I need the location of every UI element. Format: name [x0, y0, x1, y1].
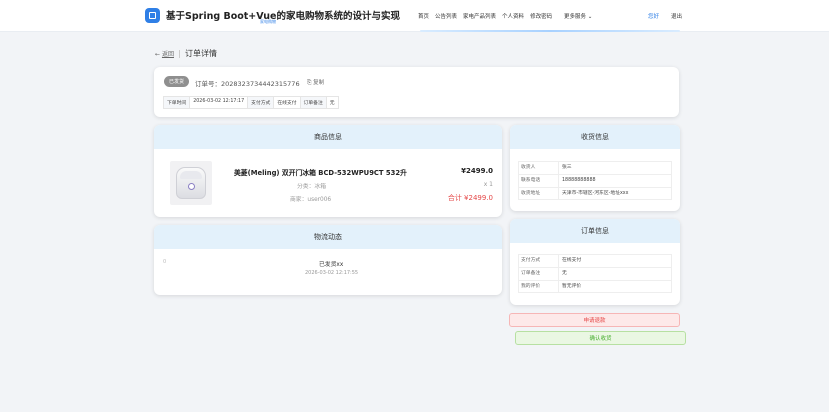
page-title: 订单详情 [184, 49, 217, 58]
order-info-card: 订单信息 支付方式 在线支付 订单备注无 我的评价 暂无评价 [510, 219, 680, 305]
logo-icon[interactable] [145, 8, 160, 23]
row-value: 无 [559, 268, 672, 280]
arrow-left-icon: ← [155, 51, 161, 58]
copy-button[interactable]: ⎘ 复制 [307, 78, 324, 87]
logout-link[interactable]: 退出 [671, 12, 682, 20]
row-key: 收货地址 [518, 188, 559, 199]
refund-button[interactable]: 申请退款 [509, 313, 680, 327]
table-row: 收货地址 天津市-市辖区-河东区-地址xxx [518, 187, 672, 200]
row-value: 天津市-市辖区-河东区-地址xxx [559, 188, 672, 199]
logistics-heading: 物流动态 [154, 225, 502, 249]
table-row: 订单备注无 [518, 267, 672, 280]
order-info-heading: 订单信息 [510, 219, 680, 243]
order-number: 订单号：20283237344423157​76 [195, 78, 300, 88]
goods-heading: 商品信息 [154, 125, 502, 149]
row-key: 收货人 [518, 162, 559, 174]
goods-card: 商品信息 美菱(Meling) 双开门冰箱 BCD-532WPU9CT 532升… [154, 125, 502, 217]
order-number-value: 20283237344423157​76 [221, 80, 300, 88]
logistics-status: 已发货xx [319, 262, 344, 268]
order-total: 合计 ¥2499.0 [447, 194, 493, 202]
receiver-heading: 收货信息 [510, 125, 680, 149]
copy-label: 复制 [313, 80, 325, 86]
row-value: 张三 [559, 162, 672, 174]
logistics-card: 物流动态 0 已发货xx 2026-03-02 12:17:55 [154, 225, 502, 295]
order-info-table: 支付方式 在线支付 订单备注无 我的评价 暂无评价 [518, 254, 672, 293]
table-row: 我的评价 暂无评价 [518, 280, 672, 293]
confirm-receipt-button[interactable]: 确认收货 [515, 331, 686, 345]
nav-more-dropdown[interactable]: 更多服务 ⌄ [564, 12, 592, 20]
top-header: 基于Spring Boot+Vue的家电购物系统的设计与实现 家电购物 首页 公… [0, 0, 829, 32]
nav-active-indicator [420, 30, 680, 32]
row-value: 18888888888 [559, 175, 672, 187]
table-row: 收货人 张三 [518, 161, 672, 174]
breadcrumb: ← 返回 订单详情 [155, 48, 217, 59]
logistics-time: 2026-03-02 12:17:55 [305, 270, 359, 276]
nav-more-label: 更多服务 [564, 14, 587, 20]
status-badge: 已发货 [164, 76, 189, 87]
order-meta: 下单时间 2026-03-02 12:17:17 支付方式 在线支付 订单备注 … [163, 96, 339, 109]
receiver-table: 收货人 张三 联系电话 18888888888 收货地址 天津市-市辖区-河东区-地址… [518, 161, 672, 200]
user-greeting[interactable]: 您好 [648, 12, 659, 20]
nav-item-password[interactable]: 修改密码 [530, 12, 552, 20]
nav-item-products[interactable]: 家电产品列表 [463, 12, 496, 20]
order-number-label: 订单号： [195, 80, 221, 88]
product-name[interactable]: 美菱(Meling) 双开门冰箱 BCD-532WPU9CT 532升 [234, 167, 407, 177]
row-value: 暂无评价 [559, 281, 672, 292]
row-key: 支付方式 [518, 255, 559, 267]
meta-key: 下单时间 [163, 96, 191, 109]
nav-item-notices[interactable]: 公告列表 [435, 12, 457, 20]
product-quantity: x 1 [483, 181, 493, 188]
nav-item-home[interactable]: 首页 [418, 12, 429, 20]
product-image[interactable] [170, 161, 212, 205]
site-subtitle: 家电购物 [260, 19, 276, 24]
row-key: 订单备注 [518, 268, 559, 280]
table-row: 支付方式 在线支付 [518, 254, 672, 267]
product-seller: 商家：user006 [290, 197, 332, 203]
product-category: 分类：冰箱 [297, 184, 326, 190]
logistics-index: 0 [163, 259, 167, 265]
receiver-card: 收货信息 收货人 张三 联系电话 18888888888 收货地址 天津市-市辖区-河… [510, 125, 680, 211]
site-title: 基于Spring Boot+Vue的家电购物系统的设计与实现 [166, 11, 400, 22]
main-nav: 首页 公告列表 家电产品列表 个人资料 修改密码 [418, 12, 552, 20]
row-key: 我的评价 [518, 281, 559, 292]
nav-item-profile[interactable]: 个人资料 [502, 12, 524, 20]
meta-value: 无 [325, 96, 339, 109]
meta-key: 订单备注 [299, 96, 327, 109]
meta-value: 2026-03-02 12:17:17 [189, 96, 249, 109]
product-price: ¥2499.0 [461, 167, 493, 175]
back-label: 返回 [161, 51, 174, 58]
row-value: 在线支付 [559, 255, 672, 267]
table-row: 联系电话 18888888888 [518, 174, 672, 187]
back-link[interactable]: ← 返回 [155, 49, 174, 58]
chevron-down-icon: ⌄ [587, 14, 593, 20]
meta-key: 支付方式 [247, 96, 275, 109]
copy-icon: ⎘ [307, 80, 312, 86]
meta-value: 在线支付 [273, 96, 301, 109]
order-summary-card: 已发货 订单号：20283237344423157​76 ⎘ 复制 下单时间 2… [154, 67, 679, 117]
row-key: 联系电话 [518, 175, 559, 187]
breadcrumb-divider [178, 49, 180, 58]
